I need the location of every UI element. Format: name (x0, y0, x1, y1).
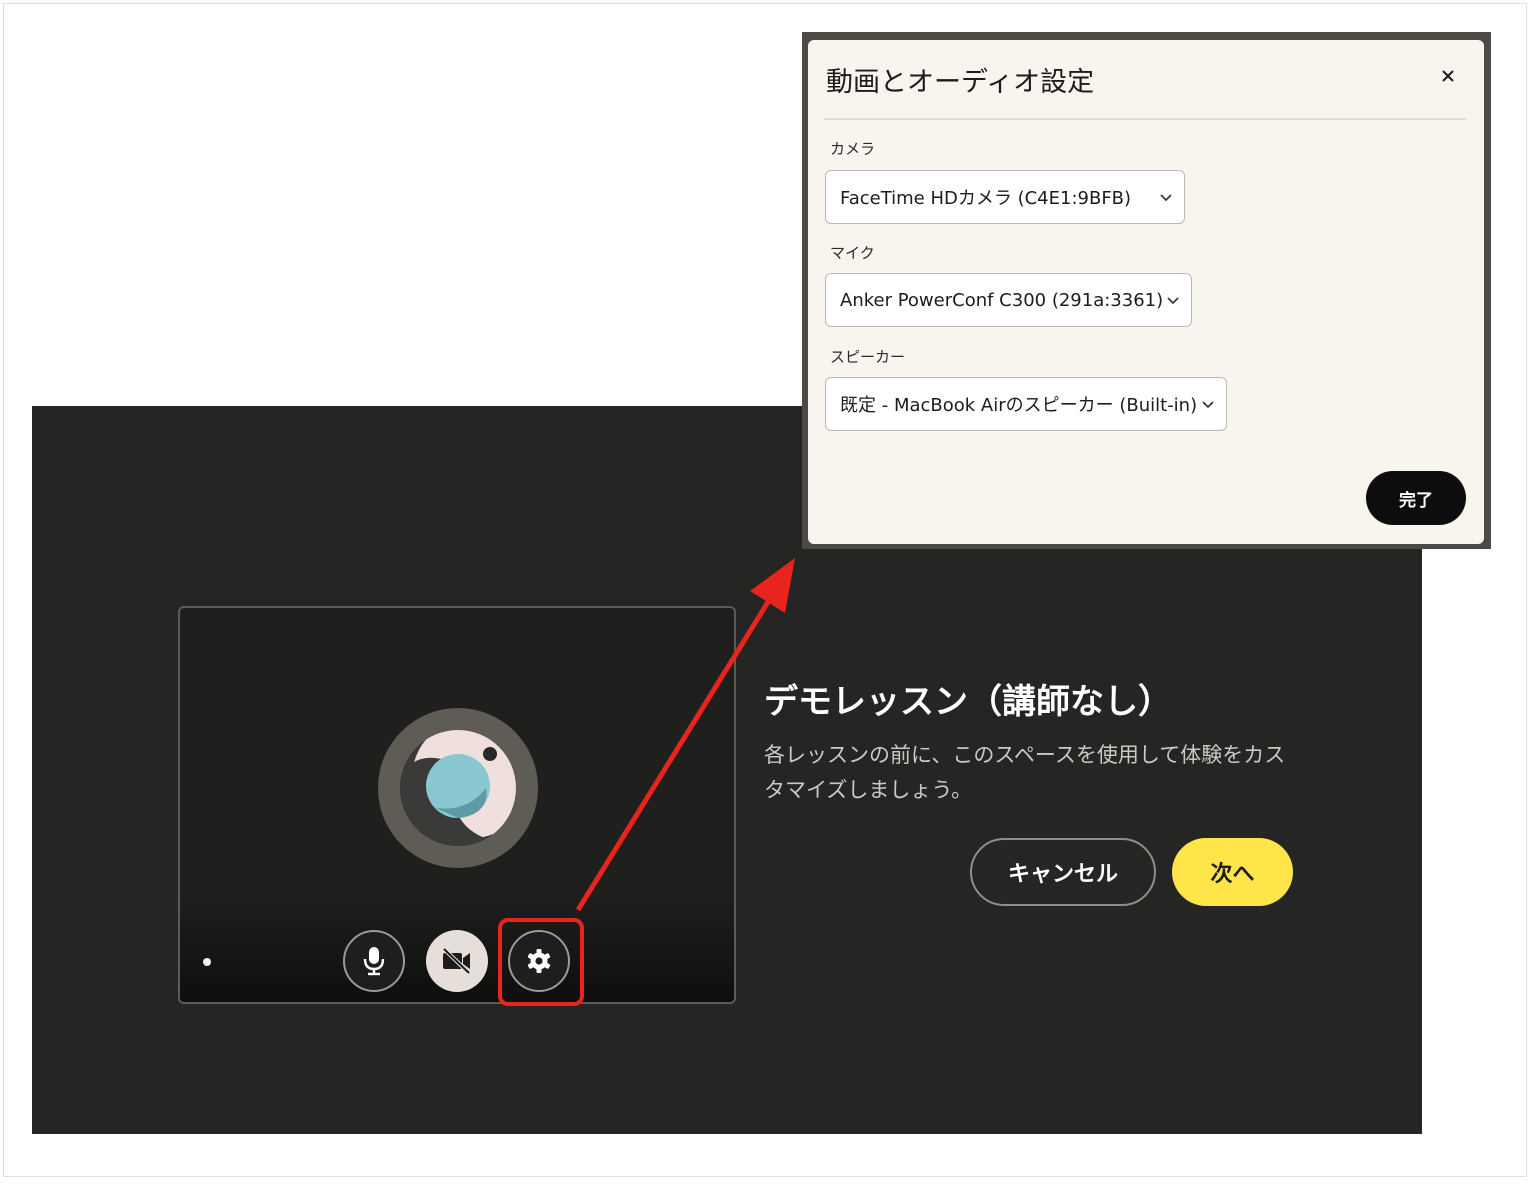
next-button[interactable]: 次へ (1172, 838, 1293, 906)
mic-select[interactable]: Anker PowerConf C300 (291a:3361) (825, 273, 1192, 327)
dialog-divider (824, 118, 1466, 120)
avatar (378, 708, 538, 868)
speaker-label: スピーカー (830, 348, 906, 366)
camera-off-icon (442, 947, 471, 975)
lesson-title: デモレッスン（講師なし） (764, 682, 1172, 722)
speaker-select[interactable]: 既定 - MacBook Airのスピーカー (Built-in) (825, 377, 1227, 431)
microphone-icon (363, 947, 385, 976)
close-button[interactable] (1432, 60, 1464, 92)
camera-label: カメラ (830, 140, 876, 158)
chevron-down-icon (1167, 297, 1179, 305)
camera-toggle-button[interactable] (426, 930, 488, 992)
microphone-button[interactable] (343, 930, 405, 992)
settings-dialog: 動画とオーディオ設定 カメラ FaceTime HDカメラ (C4E1:9BFB… (808, 40, 1484, 544)
mic-select-value: Anker PowerConf C300 (291a:3361) (840, 289, 1164, 311)
cancel-button[interactable]: キャンセル (970, 838, 1156, 906)
dialog-title: 動画とオーディオ設定 (826, 67, 1095, 98)
speaker-select-value: 既定 - MacBook Airのスピーカー (Built-in) (840, 395, 1198, 416)
mic-label: マイク (830, 244, 875, 262)
chevron-down-icon (1202, 401, 1214, 409)
lesson-description: 各レッスンの前に、このスペースを使用して体験をカスタマイズしましょう。 (764, 743, 1286, 802)
close-icon (1442, 70, 1454, 82)
status-dot (203, 958, 211, 966)
camera-select-value: FaceTime HDカメラ (C4E1:9BFB) (840, 188, 1132, 209)
done-button[interactable]: 完了 (1366, 471, 1466, 525)
video-preview (178, 606, 736, 1004)
settings-highlight-annotation (498, 918, 584, 1006)
camera-select[interactable]: FaceTime HDカメラ (C4E1:9BFB) (825, 170, 1185, 224)
chevron-down-icon (1160, 194, 1172, 202)
